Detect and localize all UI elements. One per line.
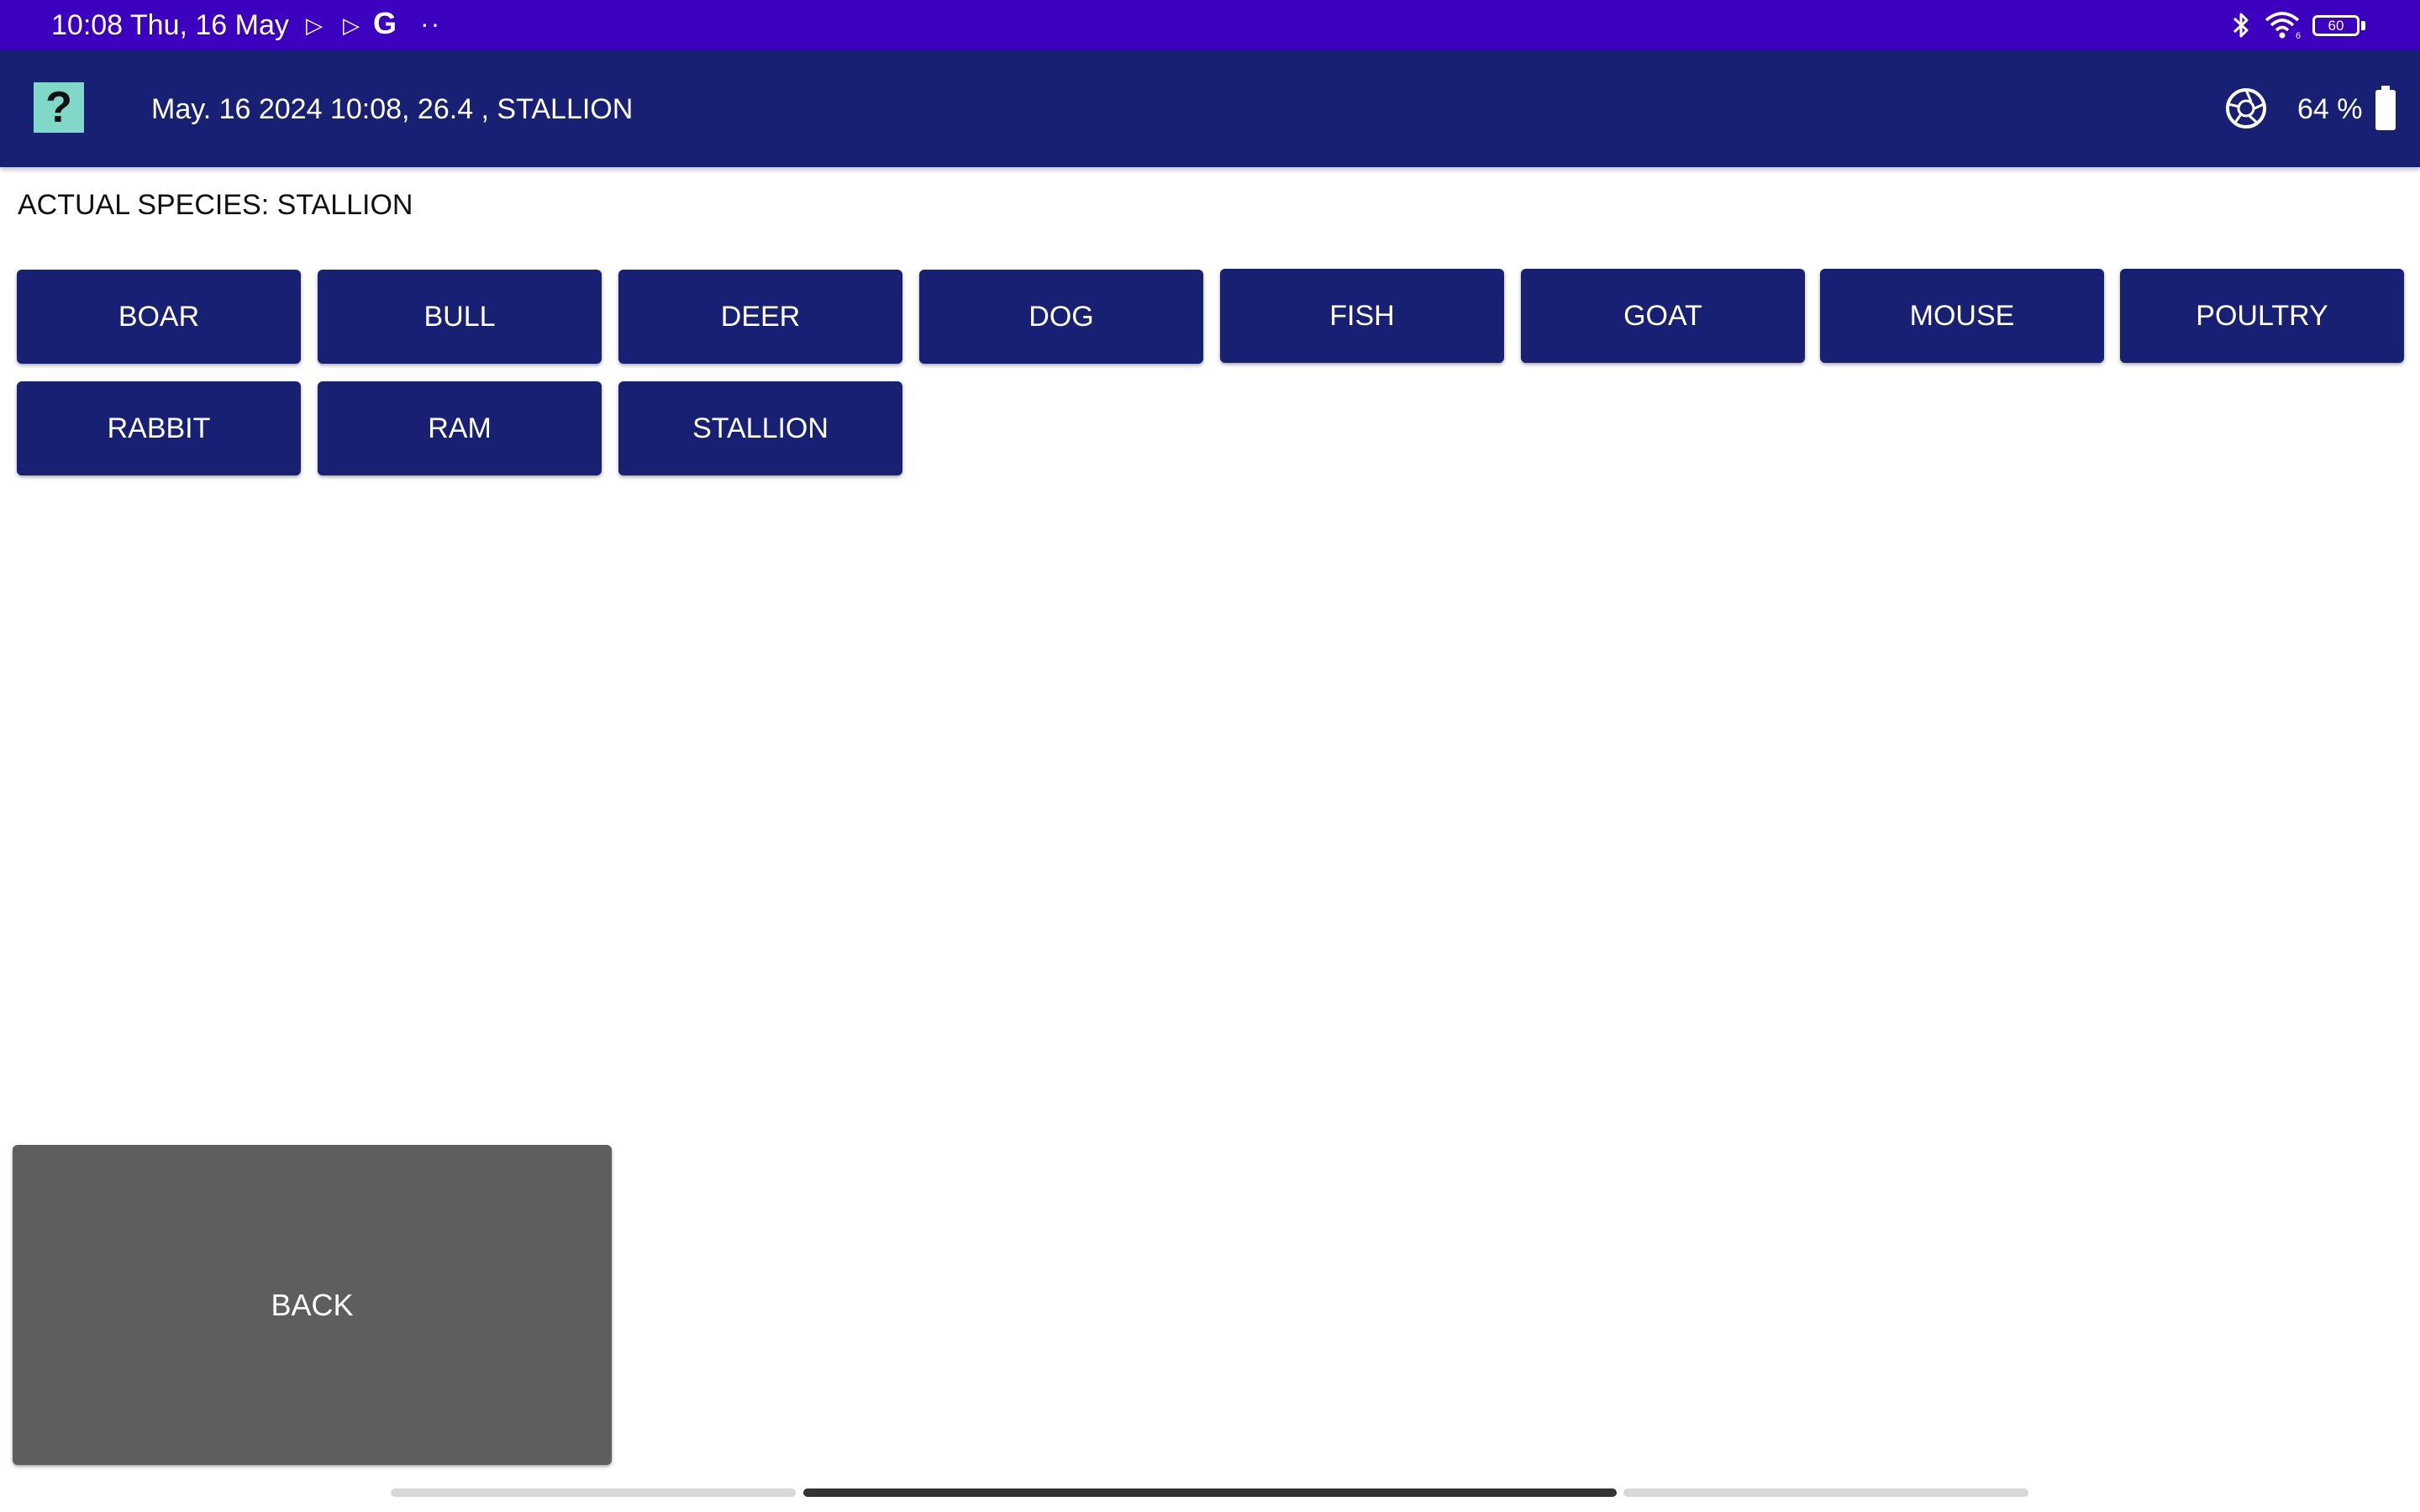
species-button-bull[interactable]: BULL xyxy=(318,270,602,364)
species-button-deer[interactable]: DEER xyxy=(618,270,902,364)
battery-icon xyxy=(2375,86,2396,130)
species-button-stallion[interactable]: STALLION xyxy=(618,381,902,475)
app-top-bar: ? May. 16 2024 10:08, 26.4 , STALLION 64… xyxy=(0,50,2420,167)
help-button[interactable]: ? xyxy=(34,82,84,133)
measurement-summary: May. 16 2024 10:08, 26.4 , STALLION xyxy=(151,93,634,125)
wifi-icon: 6 xyxy=(2265,12,2301,41)
play-notification-icon: ▷ xyxy=(343,13,360,38)
species-button-dog[interactable]: DOG xyxy=(919,270,1203,364)
species-button-ram[interactable]: RAM xyxy=(318,381,602,475)
google-icon: G xyxy=(373,6,397,40)
status-time: 10:08 Thu, 16 May xyxy=(51,9,289,41)
species-button-boar[interactable]: BOAR xyxy=(17,270,301,364)
species-button-goat[interactable]: GOAT xyxy=(1521,269,1805,363)
actual-species-label: ACTUAL SPECIES: STALLION xyxy=(18,189,413,221)
more-notifications-icon: ·· xyxy=(420,8,442,39)
nav-bar-left-segment xyxy=(391,1488,796,1497)
status-battery-icon: 60 xyxy=(2312,15,2360,36)
nav-gesture-handle[interactable] xyxy=(803,1488,1617,1497)
species-button-rabbit[interactable]: RABBIT xyxy=(17,381,301,475)
back-button[interactable]: BACK xyxy=(13,1145,612,1465)
bluetooth-icon xyxy=(2233,13,2249,38)
species-button-mouse[interactable]: MOUSE xyxy=(1820,269,2104,363)
svg-text:6: 6 xyxy=(2296,31,2301,41)
system-status-bar: 10:08 Thu, 16 May ▷ ▷ G ·· 6 60 xyxy=(0,0,2420,50)
species-button-fish[interactable]: FISH xyxy=(1220,269,1504,363)
status-battery-tip xyxy=(2361,21,2365,30)
battery-percentage: 64 % xyxy=(2297,93,2363,125)
species-button-poultry[interactable]: POULTRY xyxy=(2120,269,2404,363)
play-notification-icon: ▷ xyxy=(306,13,323,38)
aperture-icon[interactable] xyxy=(2223,86,2269,131)
nav-bar-right-segment xyxy=(1623,1488,2028,1497)
